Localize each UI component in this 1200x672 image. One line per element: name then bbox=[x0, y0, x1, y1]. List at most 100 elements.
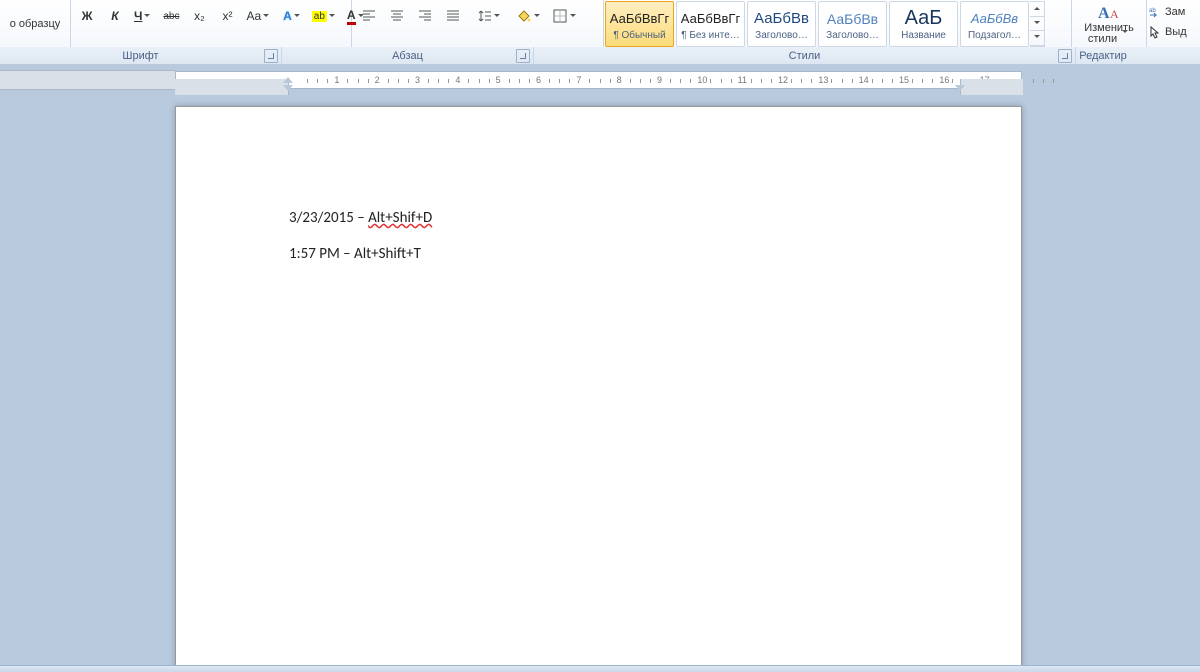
ruler-number: 7 bbox=[576, 75, 581, 85]
svg-text:A: A bbox=[1098, 5, 1110, 22]
paint-bucket-icon bbox=[516, 8, 532, 24]
line-spacing-icon bbox=[476, 8, 492, 24]
ruler-number: 12 bbox=[778, 75, 788, 85]
workspace: 1234567891011121314151617 3/23/2015 – Al… bbox=[0, 64, 1200, 666]
select-label: Выд bbox=[1165, 26, 1187, 38]
ruler-tick bbox=[317, 79, 318, 83]
ruler-tick bbox=[589, 79, 590, 83]
ruler-tick bbox=[710, 79, 711, 83]
style-Без инте[interactable]: АаБбВвГг¶ Без инте… bbox=[676, 1, 745, 47]
ruler-number: 15 bbox=[899, 75, 909, 85]
format-painter-button[interactable]: о образцу bbox=[0, 0, 71, 47]
ruler-tick bbox=[650, 79, 651, 83]
ruler-tick bbox=[690, 79, 691, 83]
replace-icon: ab bbox=[1148, 5, 1162, 19]
text-effects-button[interactable]: A bbox=[279, 3, 306, 29]
line-spacing-button[interactable] bbox=[472, 3, 506, 29]
strikethrough-button[interactable]: abc bbox=[158, 3, 184, 29]
right-indent[interactable] bbox=[955, 85, 965, 96]
align-justify-icon bbox=[445, 8, 461, 24]
paragraph-dialog-launcher[interactable] bbox=[516, 49, 530, 63]
ruler-number: 13 bbox=[818, 75, 828, 85]
ruler-tick bbox=[307, 79, 308, 83]
ruler-tick bbox=[428, 79, 429, 83]
horizontal-ruler[interactable]: 1234567891011121314151617 bbox=[0, 71, 1200, 89]
ruler-number: 9 bbox=[657, 75, 662, 85]
style-preview: АаБбВвГг bbox=[681, 8, 740, 30]
superscript-button[interactable]: x² bbox=[214, 3, 240, 29]
font-group: Ж К Ч abc x₂ x² Aa A ab A bbox=[70, 0, 352, 47]
ruler-tick bbox=[922, 79, 923, 83]
style-Заголово2[interactable]: АаБбВвЗаголово… bbox=[818, 1, 887, 47]
style-Обычный[interactable]: АаБбВвГг¶ Обычный bbox=[605, 1, 674, 47]
ruler-number: 3 bbox=[415, 75, 420, 85]
ruler-tick bbox=[489, 79, 490, 83]
ruler-body: 1234567891011121314151617 bbox=[175, 71, 1022, 89]
ruler-tick bbox=[680, 79, 681, 83]
ruler-tick bbox=[892, 79, 893, 83]
style-preview: АаБбВв bbox=[971, 8, 1018, 30]
ruler-tick bbox=[398, 79, 399, 83]
ruler-tick bbox=[761, 79, 762, 83]
font-group-label: Шрифт bbox=[0, 47, 282, 64]
ruler-right-margin bbox=[960, 79, 1023, 95]
style-Подзагол[interactable]: АаБбВвПодзагол… bbox=[960, 1, 1029, 47]
hanging-indent[interactable] bbox=[283, 85, 293, 96]
styles-row-up[interactable] bbox=[1030, 2, 1044, 17]
svg-text:A: A bbox=[1110, 7, 1119, 21]
change-styles-icon: AA bbox=[1095, 3, 1123, 23]
ruler-tick bbox=[388, 79, 389, 83]
style-Заголово1[interactable]: АаБбВвЗаголово… bbox=[747, 1, 816, 47]
styles-more-button[interactable] bbox=[1030, 31, 1044, 46]
underline-button[interactable]: Ч bbox=[130, 3, 156, 29]
change-styles-label2: стили bbox=[1088, 34, 1130, 45]
align-justify-button[interactable] bbox=[440, 3, 466, 29]
highlight-button[interactable]: ab bbox=[308, 3, 341, 29]
styles-dialog-launcher[interactable] bbox=[1058, 49, 1072, 63]
replace-button[interactable]: ab Зам bbox=[1148, 2, 1198, 22]
ruler-tick bbox=[549, 79, 550, 83]
ruler-tick bbox=[811, 79, 812, 83]
styles-row-down[interactable] bbox=[1030, 17, 1044, 32]
status-bar bbox=[0, 665, 1200, 672]
document-body[interactable]: 3/23/2015 – Alt+Shif+D 1:57 PM – Alt+Shi… bbox=[289, 207, 959, 279]
styles-gallery-expand[interactable] bbox=[1030, 1, 1045, 47]
ruler-tick bbox=[932, 79, 933, 83]
borders-button[interactable] bbox=[548, 3, 582, 29]
font-dialog-launcher[interactable] bbox=[264, 49, 278, 63]
document-page[interactable]: 3/23/2015 – Alt+Shif+D 1:57 PM – Alt+Shi… bbox=[175, 106, 1022, 666]
italic-button[interactable]: К bbox=[102, 3, 128, 29]
align-center-button[interactable] bbox=[384, 3, 410, 29]
ruler-tick bbox=[630, 79, 631, 83]
first-line-indent[interactable] bbox=[283, 72, 293, 83]
align-right-button[interactable] bbox=[412, 3, 438, 29]
style-Название[interactable]: АаБНазвание bbox=[889, 1, 958, 47]
ruler-left-margin bbox=[175, 79, 289, 95]
ruler-tick bbox=[438, 79, 439, 83]
change-case-button[interactable]: Aa bbox=[242, 3, 275, 29]
align-left-button[interactable] bbox=[356, 3, 382, 29]
bold-button[interactable]: Ж bbox=[74, 3, 100, 29]
style-label: Заголово… bbox=[755, 30, 808, 41]
ruler-tick bbox=[468, 79, 469, 83]
ruler-number: 8 bbox=[617, 75, 622, 85]
change-styles-button[interactable]: AA Изменить стили bbox=[1072, 0, 1147, 47]
style-preview: АаБ bbox=[905, 8, 943, 30]
editing-group-label: Редактир bbox=[1076, 47, 1130, 64]
style-preview: АаБбВвГг bbox=[610, 8, 669, 30]
style-preview: АаБбВв bbox=[827, 8, 878, 30]
subscript-button[interactable]: x₂ bbox=[186, 3, 212, 29]
ruler-tick bbox=[327, 79, 328, 83]
ruler-number: 4 bbox=[455, 75, 460, 85]
ruler-tick bbox=[751, 79, 752, 83]
chevron-down-icon bbox=[327, 12, 337, 20]
styles-label-text: Стили bbox=[789, 50, 821, 62]
shading-button[interactable] bbox=[512, 3, 546, 29]
ruler-tick bbox=[519, 79, 520, 83]
replace-label: Зам bbox=[1165, 6, 1185, 18]
ruler-tick bbox=[791, 79, 792, 83]
ruler-tick bbox=[852, 79, 853, 83]
ruler-tick bbox=[479, 79, 480, 83]
select-button[interactable]: Выд bbox=[1148, 22, 1198, 42]
ruler-tick bbox=[448, 79, 449, 83]
